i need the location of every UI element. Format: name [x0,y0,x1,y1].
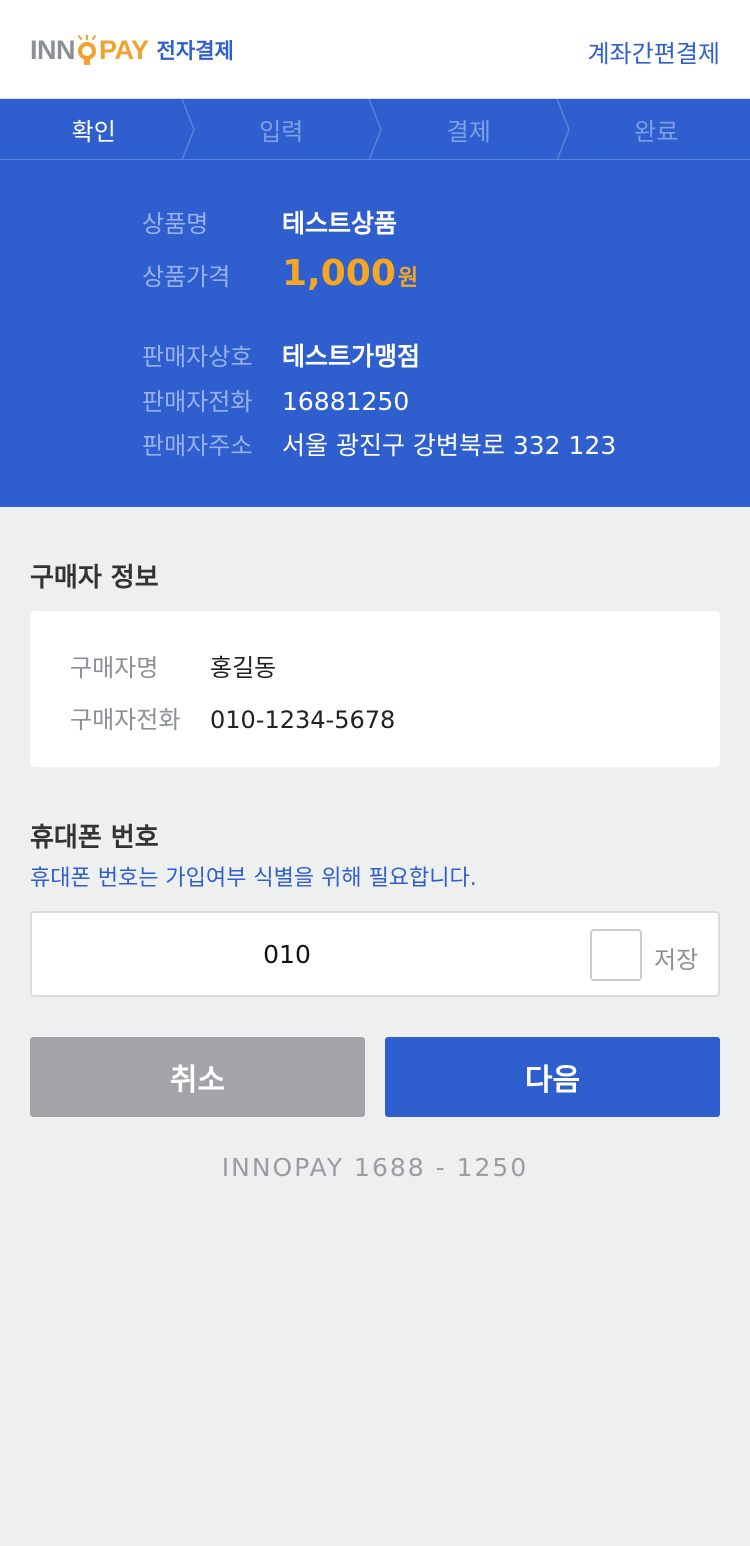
account-easy-pay-link[interactable]: 계좌간편결제 [588,34,720,69]
progress-steps: 확인 입력 결제 완료 [0,99,750,160]
phone-hint-text: 휴대폰 번호는 가입여부 식별을 위해 필요합니다. [30,866,477,891]
next-button[interactable]: 다음 [385,1037,720,1117]
logo-wordmark: INN PAY [30,34,149,66]
seller-name-label: 판매자상호 [142,343,253,371]
buyer-name: 홍길동 [210,654,277,682]
product-name-row: 상품명 테스트상품 [142,204,397,240]
innopay-logo[interactable]: INN PAY 전자결제 [30,28,234,72]
logo-subtitle: 전자결제 [156,39,234,63]
app-header: INN PAY 전자결제 계좌간편결제 [0,0,750,99]
seller-phone: 16881250 [282,387,410,416]
step-label: 결제 [446,117,491,146]
buyer-phone: 010-1234-5678 [210,706,396,734]
footer-contact: INNOPAY 1688 - 1250 [221,1153,529,1182]
lightbulb-icon [76,35,98,66]
step-input: 입력 [188,99,382,160]
product-name-label: 상품명 [142,210,209,238]
seller-address-label: 판매자주소 [142,432,253,460]
buyer-phone-row: 구매자전화 010-1234-5678 [70,700,395,735]
save-checkbox[interactable] [590,929,642,981]
seller-phone-label: 판매자전화 [142,388,253,416]
save-checkbox-label[interactable]: 저장 [654,940,698,975]
seller-address-row: 판매자주소 서울 광진구 강변북로 332 123 [142,426,616,462]
seller-name-row: 판매자상호 테스트가맹점 [142,337,420,373]
product-price-row: 상품가격 1,000 원 [142,253,418,294]
seller-address: 서울 광진구 강변북로 332 123 [282,431,617,460]
product-price: 1,000 [282,253,396,294]
product-price-label: 상품가격 [142,263,231,291]
step-label: 입력 [259,117,304,146]
phone-number-field[interactable]: 010 저장 [30,911,720,997]
cancel-button[interactable]: 취소 [30,1037,365,1117]
order-summary: 상품명 테스트상품 상품가격 1,000 원 판매자상호 테스트가맹점 판매자전… [0,160,750,507]
phone-number-input[interactable]: 010 [32,913,542,995]
price-unit: 원 [397,266,419,291]
buyer-name-label: 구매자명 [70,654,159,682]
step-confirm: 확인 [0,99,195,160]
product-name: 테스트상품 [282,209,398,238]
buyer-info-card: 구매자명 홍길동 구매자전화 010-1234-5678 [30,611,720,767]
seller-name: 테스트가맹점 [282,342,421,371]
buyer-section-title: 구매자 정보 [30,563,159,593]
phone-section-title: 휴대폰 번호 [30,823,159,853]
buyer-name-row: 구매자명 홍길동 [70,648,276,683]
step-payment: 결제 [375,99,570,160]
step-complete: 완료 [563,99,750,159]
seller-phone-row: 판매자전화 16881250 [142,382,409,417]
step-label: 확인 [71,117,116,146]
buyer-phone-label: 구매자전화 [70,706,181,734]
step-label: 완료 [634,117,679,146]
